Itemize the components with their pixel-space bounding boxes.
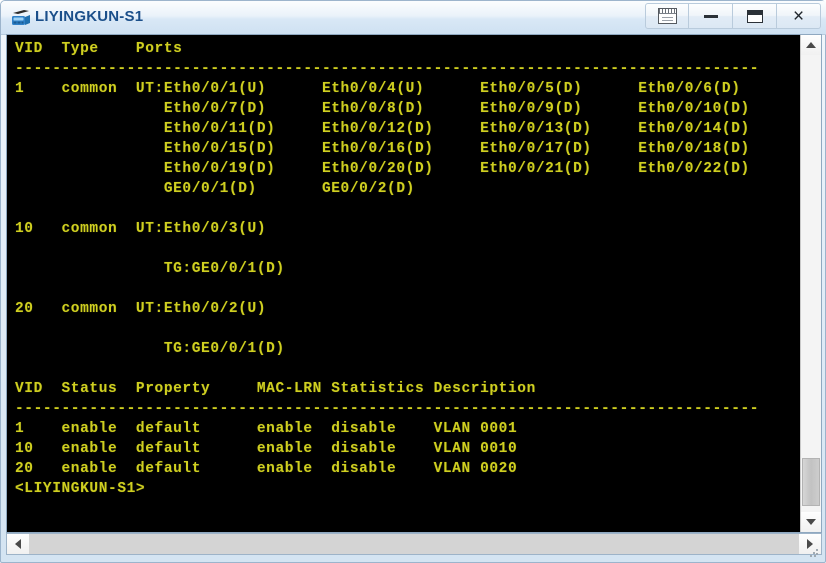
- chevron-up-icon: [806, 42, 816, 48]
- close-icon: ×: [792, 5, 805, 27]
- terminal-line: 10 common UT:Eth0/0/3(U): [15, 221, 267, 237]
- horizontal-scroll-track[interactable]: [29, 534, 799, 554]
- terminal-line: 1 enable default enable disable VLAN 000…: [15, 421, 518, 437]
- switch-device-icon: [12, 10, 30, 25]
- terminal-line: <LIYINGKUN-S1>: [15, 481, 146, 497]
- scroll-down-button[interactable]: [801, 512, 821, 532]
- scroll-left-button[interactable]: [7, 534, 29, 554]
- scroll-up-button[interactable]: [801, 35, 821, 55]
- chevron-down-icon: [806, 519, 816, 525]
- close-button[interactable]: ×: [777, 3, 821, 29]
- minimize-button[interactable]: [689, 3, 733, 29]
- vertical-scroll-track[interactable]: [801, 55, 821, 512]
- chevron-left-icon: [15, 539, 21, 549]
- maximize-button[interactable]: [733, 3, 777, 29]
- window-title: LIYINGKUN-S1: [35, 8, 144, 25]
- terminal-line: TG:GE0/0/1(D): [15, 261, 285, 277]
- terminal-line: Eth0/0/7(D) Eth0/0/8(D) Eth0/0/9(D) Eth0…: [15, 101, 750, 117]
- terminal-line: ----------------------------------------…: [15, 401, 760, 417]
- terminal-window: LIYINGKUN-S1 × VID Type Ports -----------…: [0, 0, 826, 563]
- terminal-line: Eth0/0/19(D) Eth0/0/20(D) Eth0/0/21(D) E…: [15, 161, 750, 177]
- terminal-line: TG:GE0/0/1(D): [15, 341, 285, 357]
- terminal-line: ----------------------------------------…: [15, 61, 760, 77]
- terminal-line: 20 common UT:Eth0/0/2(U): [15, 301, 267, 317]
- terminal-frame: VID Type Ports --------------------------…: [6, 34, 822, 533]
- terminal-line: VID Type Ports: [15, 41, 183, 57]
- terminal-line: 10 enable default enable disable VLAN 00…: [15, 441, 518, 457]
- minimize-icon: [703, 14, 718, 18]
- terminal-line: Eth0/0/11(D) Eth0/0/12(D) Eth0/0/13(D) E…: [15, 121, 750, 137]
- vertical-scroll-thumb[interactable]: [802, 458, 820, 506]
- restore-document-button[interactable]: [645, 3, 689, 29]
- window-controls: ×: [645, 3, 821, 31]
- maximize-icon: [746, 9, 763, 23]
- terminal-line: GE0/0/1(D) GE0/0/2(D): [15, 181, 415, 197]
- horizontal-scrollbar[interactable]: [6, 533, 822, 555]
- vertical-scrollbar[interactable]: [800, 35, 821, 532]
- resize-grip[interactable]: [809, 548, 819, 558]
- document-restore-icon: [657, 8, 677, 24]
- terminal-text: VID Type Ports --------------------------…: [15, 39, 759, 499]
- terminal-line: Eth0/0/15(D) Eth0/0/16(D) Eth0/0/17(D) E…: [15, 141, 750, 157]
- terminal-output-area[interactable]: VID Type Ports --------------------------…: [7, 35, 800, 532]
- terminal-line: 20 enable default enable disable VLAN 00…: [15, 461, 518, 477]
- title-bar[interactable]: LIYINGKUN-S1 ×: [1, 1, 826, 35]
- terminal-line: VID Status Property MAC-LRN Statistics D…: [15, 381, 536, 397]
- terminal-line: 1 common UT:Eth0/0/1(U) Eth0/0/4(U) Eth0…: [15, 81, 741, 97]
